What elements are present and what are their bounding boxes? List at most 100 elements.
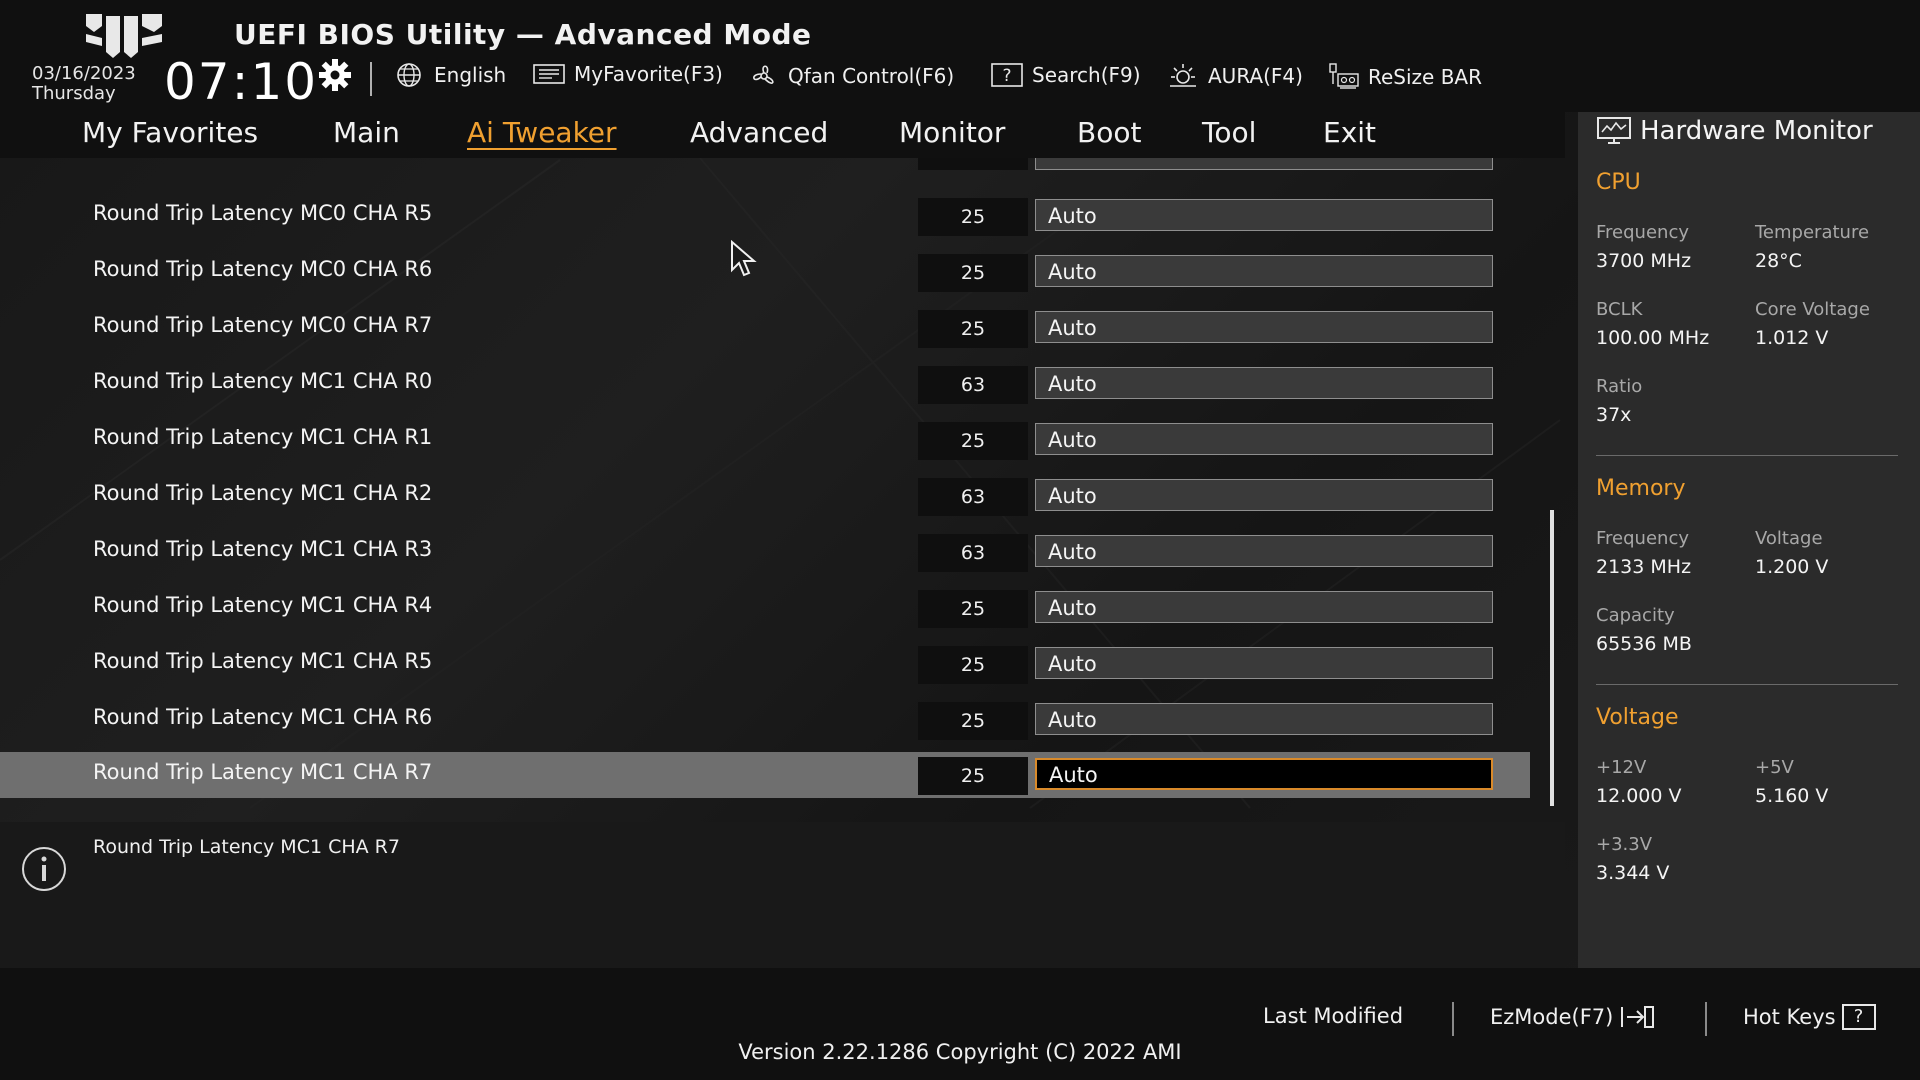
date-text: 03/16/2023 [32, 63, 136, 84]
setting-label: Round Trip Latency MC0 CHA R5 [93, 201, 433, 225]
setting-row-selected[interactable]: Round Trip Latency MC1 CHA R7 25 Auto [0, 752, 1530, 798]
setting-row[interactable]: Round Trip Latency MC1 CHA R2 63 Auto [0, 473, 1530, 519]
setting-current-value: 25 [918, 254, 1028, 292]
ezmode-label: EzMode(F7) [1490, 1005, 1614, 1029]
aura-label: AURA(F4) [1208, 64, 1303, 88]
v5-label: +5V [1755, 757, 1794, 778]
memory-frequency-label: Frequency [1596, 528, 1689, 549]
footer-separator [1705, 1002, 1707, 1036]
setting-label: Round Trip Latency MC1 CHA R7 [93, 760, 433, 784]
setting-current-value: 63 [918, 478, 1028, 516]
tab-monitor[interactable]: Monitor [899, 116, 1005, 149]
hot-keys-label: Hot Keys [1743, 1005, 1836, 1029]
setting-row[interactable]: Round Trip Latency MC1 CHA R4 25 Auto [0, 585, 1530, 631]
tab-advanced[interactable]: Advanced [690, 116, 828, 149]
v12-label: +12V [1596, 757, 1647, 778]
cpu-temperature-label: Temperature [1755, 222, 1870, 243]
setting-label: Round Trip Latency MC1 CHA R3 [93, 537, 433, 561]
search-label: Search(F9) [1032, 63, 1141, 87]
setting-select[interactable]: Auto [1035, 758, 1493, 790]
hw-divider [1596, 455, 1898, 456]
v33-label: +3.3V [1596, 834, 1653, 855]
version-text: Version 2.22.1286 Copyright (C) 2022 AMI [738, 1040, 1182, 1064]
setting-label: Round Trip Latency MC1 CHA R0 [93, 369, 433, 393]
exit-arrow-icon [1621, 1006, 1655, 1028]
voltage-heading: Voltage [1596, 705, 1679, 730]
v33-value: 3.344 V [1596, 862, 1670, 884]
setting-current-value: 63 [918, 534, 1028, 572]
setting-row[interactable]: Round Trip Latency MC1 CHA R6 25 Auto [0, 697, 1530, 743]
setting-label: Round Trip Latency MC1 CHA R4 [93, 593, 433, 617]
gear-icon[interactable] [318, 58, 352, 92]
resize-bar-button[interactable]: ReSize BAR [1326, 62, 1482, 92]
memory-voltage-value: 1.200 V [1755, 556, 1829, 578]
ratio-label: Ratio [1596, 376, 1643, 397]
setting-current-value: 63 [918, 366, 1028, 404]
setting-row[interactable]: Round Trip Latency MC1 CHA R1 25 Auto [0, 417, 1530, 463]
resize-bar-icon [1329, 63, 1359, 89]
memory-frequency-value: 2133 MHz [1596, 556, 1692, 578]
ezmode-button[interactable]: EzMode(F7) [1490, 1004, 1655, 1030]
setting-row[interactable]: Round Trip Latency MC0 CHA R7 25 Auto [0, 305, 1530, 351]
setting-select[interactable]: Auto [1035, 311, 1493, 343]
setting-current-value: 25 [918, 422, 1028, 460]
setting-current-value: 25 [918, 310, 1028, 348]
bios-screen: UEFI BIOS Utility — Advanced Mode 03/16/… [0, 0, 1920, 1080]
setting-select[interactable]: Auto [1035, 703, 1493, 735]
setting-current-value: 25 [918, 198, 1028, 236]
scrollbar-thumb[interactable] [1550, 510, 1554, 806]
setting-row[interactable]: Round Trip Latency MC1 CHA R0 63 Auto [0, 361, 1530, 407]
qfan-control-button[interactable]: Qfan Control(F6) [748, 62, 954, 90]
setting-select[interactable]: Auto [1035, 647, 1493, 679]
hw-divider [1596, 684, 1898, 685]
memory-voltage-label: Voltage [1755, 528, 1823, 549]
partial-row-value [918, 158, 1028, 170]
tab-tool[interactable]: Tool [1202, 116, 1256, 149]
setting-row[interactable]: Round Trip Latency MC0 CHA R6 25 Auto [0, 249, 1530, 295]
setting-label: Round Trip Latency MC0 CHA R7 [93, 313, 433, 337]
setting-current-value: 25 [918, 702, 1028, 740]
resize-bar-label: ReSize BAR [1368, 65, 1483, 89]
setting-select[interactable]: Auto [1035, 367, 1493, 399]
setting-label: Round Trip Latency MC1 CHA R1 [93, 425, 433, 449]
hardware-monitor-title: Hardware Monitor [1640, 116, 1873, 146]
setting-select[interactable]: Auto [1035, 255, 1493, 287]
tab-main[interactable]: Main [333, 116, 400, 149]
hot-keys-icon: ? [1841, 1004, 1876, 1030]
myfavorite-button[interactable]: MyFavorite(F3) [532, 62, 723, 86]
last-modified-label: Last Modified [1263, 1004, 1404, 1028]
info-icon [22, 847, 66, 891]
setting-select[interactable]: Auto [1035, 535, 1493, 567]
tab-ai-tweaker[interactable]: Ai Tweaker [467, 116, 617, 149]
tab-exit[interactable]: Exit [1323, 116, 1376, 149]
setting-label: Round Trip Latency MC1 CHA R5 [93, 649, 433, 673]
favorite-icon [533, 64, 565, 84]
memory-capacity-value: 65536 MB [1596, 633, 1692, 655]
setting-row[interactable]: Round Trip Latency MC0 CHA R5 25 Auto [0, 193, 1530, 239]
setting-select[interactable]: Auto [1035, 423, 1493, 455]
ratio-value: 37x [1596, 404, 1632, 426]
setting-current-value: 25 [918, 757, 1028, 795]
memory-capacity-label: Capacity [1596, 605, 1675, 626]
last-modified-button[interactable]: Last Modified [1263, 1004, 1403, 1028]
setting-label: Round Trip Latency MC0 CHA R6 [93, 257, 433, 281]
svg-text:?: ? [1002, 66, 1011, 86]
search-button[interactable]: ? Search(F9) [990, 62, 1141, 88]
tuf-logo [86, 14, 162, 58]
search-icon: ? [991, 63, 1023, 87]
setting-select[interactable]: Auto [1035, 479, 1493, 511]
hot-keys-button[interactable]: Hot Keys ? [1743, 1004, 1876, 1030]
tab-my-favorites[interactable]: My Favorites [82, 116, 258, 149]
setting-current-value: 25 [918, 646, 1028, 684]
clock-display: 07:10 [164, 53, 319, 111]
setting-select[interactable]: Auto [1035, 199, 1493, 231]
setting-row[interactable]: Round Trip Latency MC1 CHA R3 63 Auto [0, 529, 1530, 575]
aura-button[interactable]: AURA(F4) [1166, 62, 1303, 90]
setting-select[interactable]: Auto [1035, 591, 1493, 623]
tab-boot[interactable]: Boot [1077, 116, 1141, 149]
fan-icon [753, 65, 774, 84]
header-separator [370, 62, 372, 96]
setting-row[interactable]: Round Trip Latency MC1 CHA R5 25 Auto [0, 641, 1530, 687]
footer-separator [1452, 1002, 1454, 1036]
language-button[interactable]: English [392, 62, 506, 88]
